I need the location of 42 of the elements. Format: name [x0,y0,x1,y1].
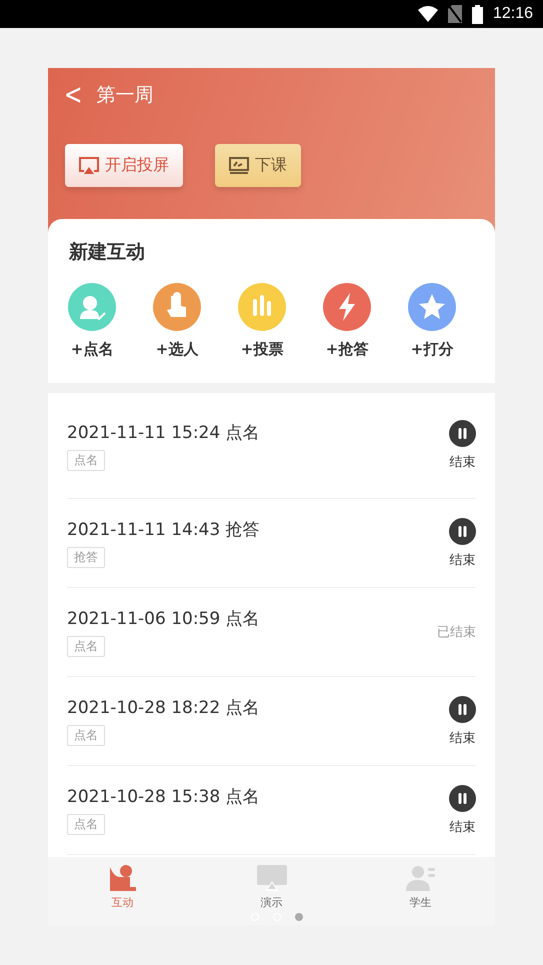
pause-icon[interactable] [449,420,476,447]
record-title[interactable]: 2021-10-28 15:38 点名 [67,785,449,808]
no-sim-icon [448,5,462,23]
cast-icon [79,156,99,174]
nav-tab[interactable]: 演示 [232,865,312,910]
record-tag: 点名 [67,450,105,470]
action-label[interactable]: +点名 [70,340,114,359]
nav-tab[interactable]: 学生 [380,865,460,910]
section-title: 新建互动 [69,241,145,263]
action-label[interactable]: +打分 [410,340,454,359]
end-class-button[interactable]: 下课 [215,144,301,187]
student-icon [406,865,436,891]
end-label[interactable]: 结束 [450,818,476,836]
raised-hand-icon [108,865,138,891]
record-tag: 抢答 [67,547,105,568]
pause-icon[interactable] [449,518,476,544]
clock: 12:16 [492,5,533,23]
record-tag: 点名 [67,636,105,657]
record-tag: 点名 [67,814,105,835]
action-label[interactable]: +选人 [156,340,198,359]
record-tag: 点名 [67,725,105,746]
ended-status: 已结束 [437,624,476,641]
battery-icon [472,4,483,24]
pause-icon[interactable] [449,696,476,722]
end-label[interactable]: 结束 [450,550,476,568]
presentation-icon [256,865,286,891]
screen-cast-button[interactable]: 开启投屏 [65,144,183,187]
action-label[interactable]: +投票 [240,340,284,359]
end-label[interactable]: 结束 [450,453,476,471]
roll-call-icon[interactable] [68,283,116,331]
record-title[interactable]: 2021-11-06 10:59 点名 [67,607,437,630]
pause-icon[interactable] [449,784,476,812]
quick-answer-icon[interactable] [323,283,371,331]
record-title[interactable]: 2021-11-11 15:24 点名 [67,420,449,444]
record-title[interactable]: 2021-10-28 18:22 点名 [67,696,449,719]
end-label[interactable]: 结束 [450,728,476,746]
screen-icon [229,156,249,174]
page-title: 第一周 [96,83,154,108]
action-label[interactable]: +抢答 [326,340,368,359]
wifi-icon [418,6,438,22]
record-title[interactable]: 2021-11-11 14:43 抢答 [67,518,449,541]
score-icon[interactable] [408,283,456,331]
